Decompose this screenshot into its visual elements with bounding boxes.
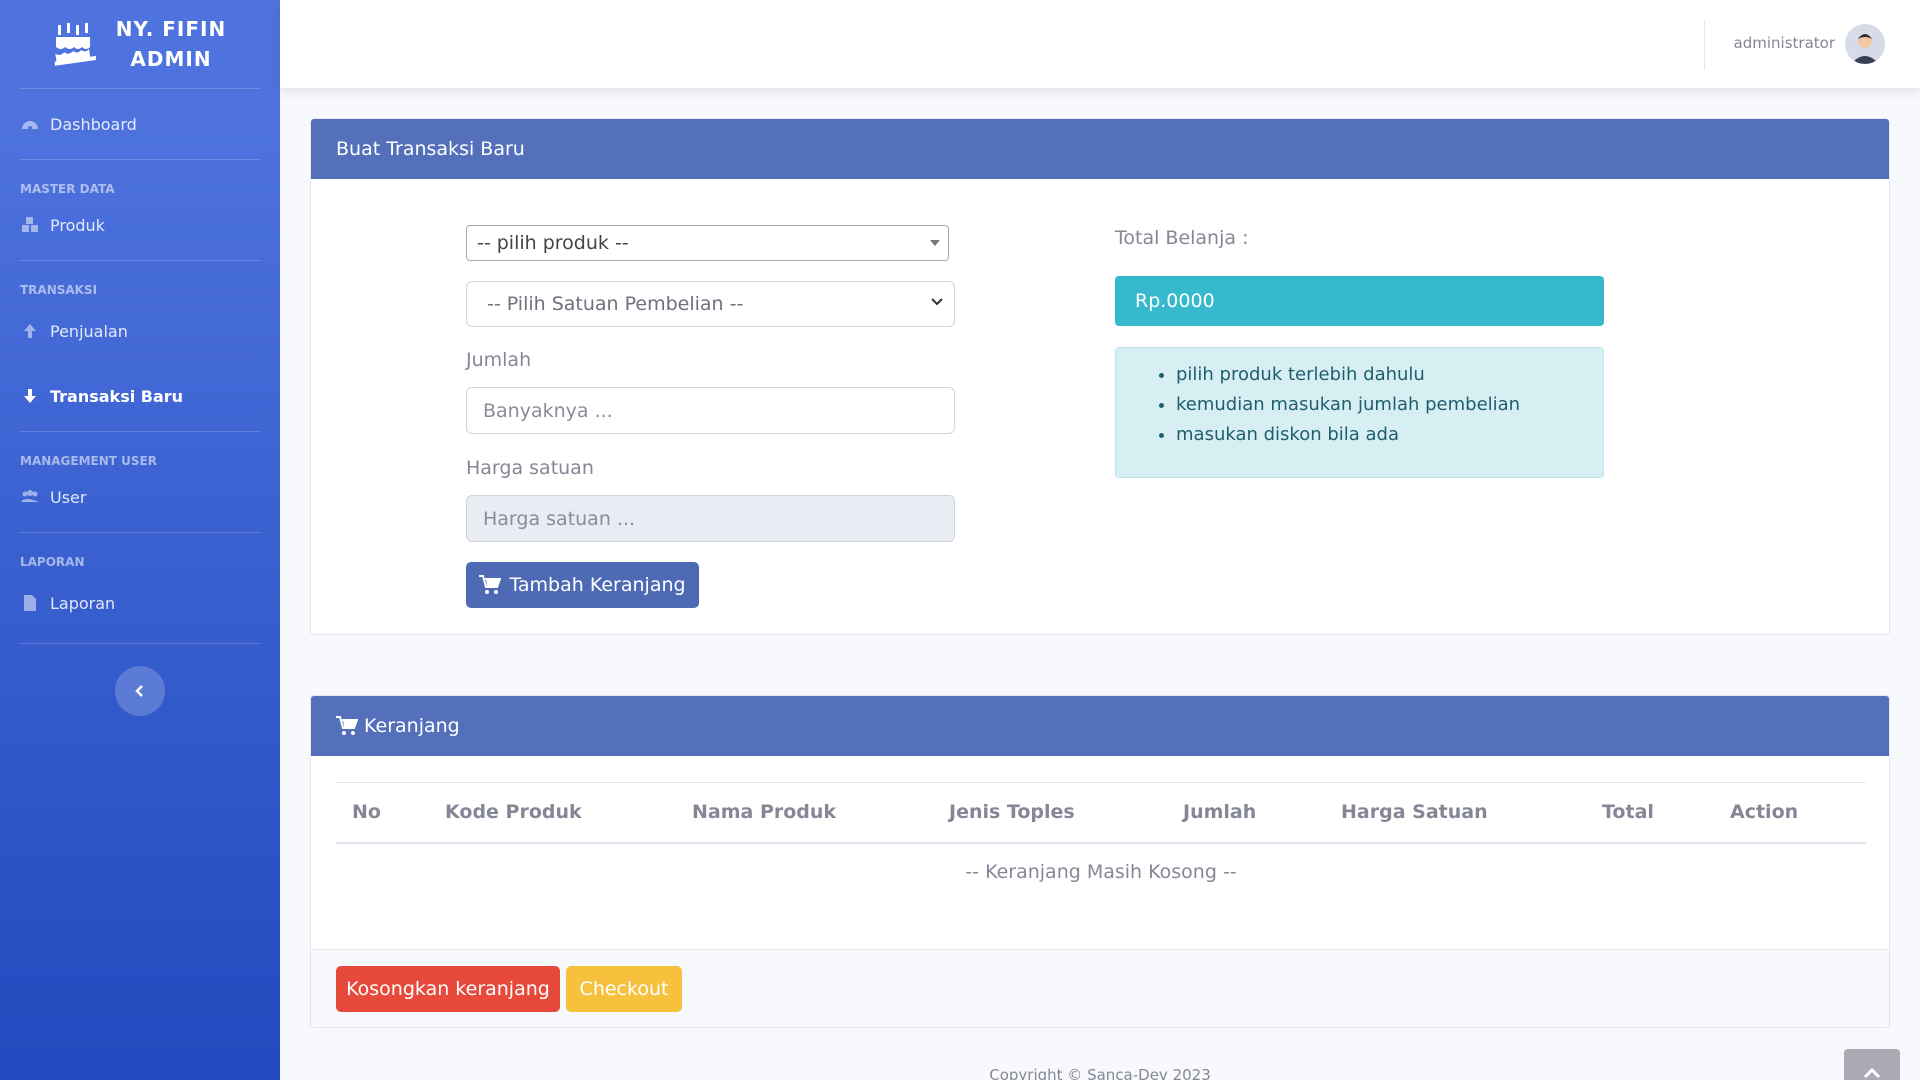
topbar-divider bbox=[1704, 20, 1705, 70]
dashboard-icon bbox=[22, 121, 38, 130]
add-to-cart-label: Tambah Keranjang bbox=[509, 574, 686, 596]
checkout-button[interactable]: Checkout bbox=[566, 966, 682, 1012]
arrow-up-icon bbox=[24, 324, 36, 338]
sidebar-toggle-button[interactable] bbox=[115, 666, 165, 716]
sidebar-item-label: Produk bbox=[50, 215, 105, 235]
avatar[interactable] bbox=[1845, 24, 1885, 64]
divider bbox=[20, 643, 260, 644]
sidebar-heading-laporan: LAPORAN bbox=[20, 555, 85, 569]
copyright-text: Copyright © Sanca-Dev 2023 bbox=[989, 1066, 1211, 1080]
column-header: Jenis Toples bbox=[949, 801, 1075, 823]
checkout-label: Checkout bbox=[579, 978, 669, 1000]
sidebar-item-label: Transaksi Baru bbox=[50, 386, 184, 406]
boxes-icon bbox=[22, 217, 38, 232]
info-alert: pilih produk terlebih dahulu kemudian ma… bbox=[1115, 347, 1604, 478]
chevron-up-icon bbox=[1863, 1067, 1881, 1079]
sidebar-item-laporan[interactable]: Laporan bbox=[0, 573, 280, 633]
unit-select[interactable]: -- Pilih Satuan Pembelian -- bbox=[466, 281, 955, 327]
topbar: administrator bbox=[280, 0, 1920, 88]
add-to-cart-button[interactable]: Tambah Keranjang bbox=[466, 562, 699, 608]
chevron-left-icon bbox=[135, 685, 143, 697]
cart-card: Keranjang No Kode Produk Nama Produk Jen… bbox=[310, 695, 1890, 1028]
cart-icon bbox=[336, 716, 358, 735]
unit-select-value: -- Pilih Satuan Pembelian -- bbox=[487, 293, 744, 315]
chevron-down-icon bbox=[931, 298, 943, 306]
sidebar-heading-user: MANAGEMENT USER bbox=[20, 454, 157, 468]
sidebar-item-transaksi-baru[interactable]: Transaksi Baru bbox=[0, 361, 280, 431]
price-placeholder: Harga satuan ... bbox=[483, 507, 636, 530]
empty-cart-label: Kosongkan keranjang bbox=[346, 978, 550, 1000]
tip-item: kemudian masukan jumlah pembelian bbox=[1176, 390, 1603, 420]
caret-down-icon bbox=[930, 240, 940, 246]
new-transaction-card: Buat Transaksi Baru -- pilih produk -- -… bbox=[310, 118, 1890, 635]
total-amount: Rp.0000 bbox=[1135, 290, 1215, 312]
sidebar-item-label: Dashboard bbox=[50, 114, 137, 134]
brand-name: NY. FIFIN ADMIN bbox=[116, 14, 226, 74]
user-name[interactable]: administrator bbox=[1734, 34, 1835, 52]
sidebar-item-label: User bbox=[50, 487, 87, 507]
product-select-value: -- pilih produk -- bbox=[477, 232, 629, 254]
price-input: Harga satuan ... bbox=[466, 495, 955, 542]
brand-line1: NY. FIFIN bbox=[115, 17, 227, 41]
sidebar-item-label: Penjualan bbox=[50, 321, 128, 341]
card-footer: Kosongkan keranjang Checkout bbox=[311, 949, 1889, 1027]
cart-icon bbox=[479, 575, 502, 594]
column-header: Total bbox=[1602, 801, 1654, 823]
column-header: Harga Satuan bbox=[1341, 801, 1488, 823]
sidebar-item-user[interactable]: User bbox=[0, 472, 280, 522]
price-label: Harga satuan bbox=[466, 457, 594, 479]
card-title: Buat Transaksi Baru bbox=[336, 138, 525, 160]
card-title: Keranjang bbox=[364, 715, 460, 737]
cart-empty-message: -- Keranjang Masih Kosong -- bbox=[965, 861, 1237, 883]
cart-table-header: No Kode Produk Nama Produk Jenis Toples … bbox=[336, 782, 1866, 844]
card-header: Keranjang bbox=[311, 696, 1889, 756]
tip-item: pilih produk terlebih dahulu bbox=[1176, 360, 1603, 390]
users-icon bbox=[21, 490, 39, 502]
sidebar-item-produk[interactable]: Produk bbox=[0, 200, 280, 250]
sidebar-item-label: Laporan bbox=[50, 593, 116, 613]
sidebar-heading-transaksi: TRANSAKSI bbox=[20, 283, 98, 297]
sidebar-item-penjualan[interactable]: Penjualan bbox=[0, 301, 280, 361]
sidebar-item-dashboard[interactable]: Dashboard bbox=[0, 89, 280, 159]
brand[interactable]: NY. FIFIN ADMIN bbox=[0, 0, 280, 88]
column-header: No bbox=[352, 801, 381, 823]
cake-icon bbox=[54, 23, 96, 66]
qty-label: Jumlah bbox=[466, 349, 532, 371]
column-header: Nama Produk bbox=[692, 801, 837, 823]
qty-input[interactable]: Banyaknya ... bbox=[466, 387, 955, 434]
column-header: Action bbox=[1730, 801, 1799, 823]
empty-cart-button[interactable]: Kosongkan keranjang bbox=[336, 966, 560, 1012]
total-label: Total Belanja : bbox=[1115, 227, 1249, 249]
qty-placeholder: Banyaknya ... bbox=[483, 399, 613, 422]
avatar-icon bbox=[1845, 24, 1885, 64]
file-icon bbox=[24, 595, 36, 611]
scroll-to-top-button[interactable] bbox=[1844, 1049, 1900, 1080]
arrow-down-icon bbox=[24, 389, 36, 403]
sidebar: NY. FIFIN ADMIN Dashboard MASTER DATA Pr… bbox=[0, 0, 280, 1080]
brand-line2: ADMIN bbox=[130, 47, 212, 71]
total-value: Rp.0000 bbox=[1115, 276, 1604, 326]
column-header: Jumlah bbox=[1183, 801, 1257, 823]
card-header: Buat Transaksi Baru bbox=[311, 119, 1889, 179]
product-select[interactable]: -- pilih produk -- bbox=[466, 225, 949, 261]
column-header: Kode Produk bbox=[445, 801, 582, 823]
sidebar-heading-master: MASTER DATA bbox=[20, 182, 115, 196]
tip-item: masukan diskon bila ada bbox=[1176, 420, 1603, 450]
